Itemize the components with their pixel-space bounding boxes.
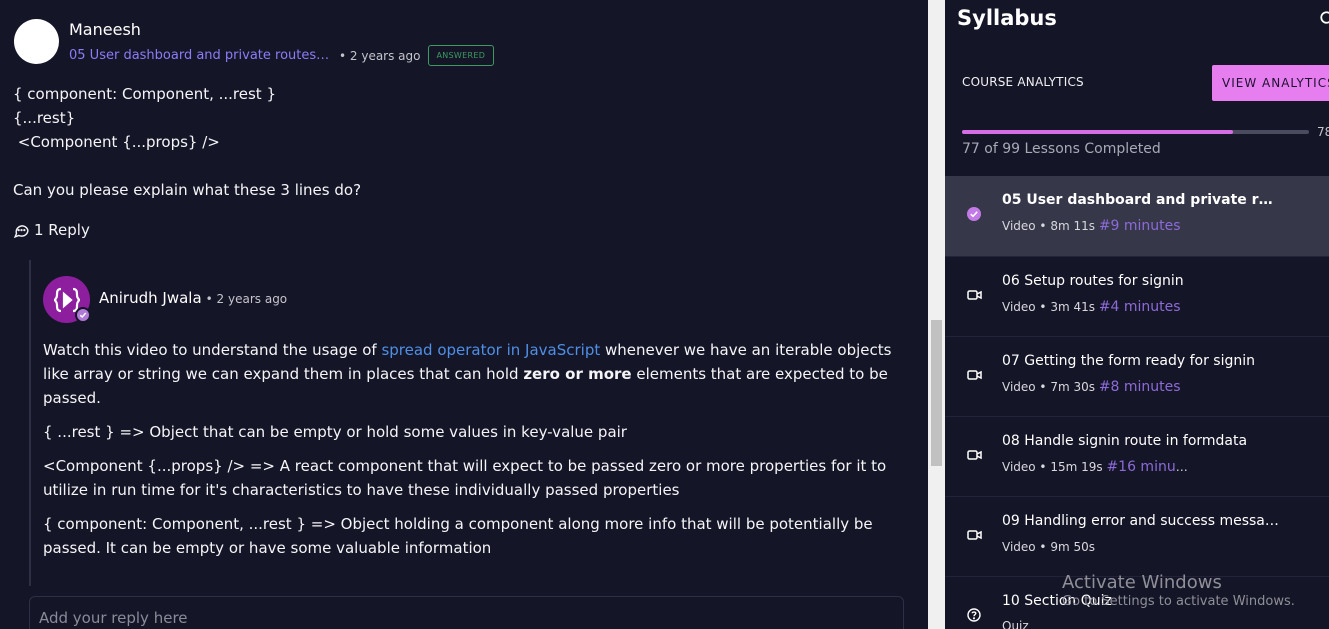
lesson-duration: Quiz <box>1002 619 1029 629</box>
scrollbar-track[interactable] <box>928 0 945 629</box>
lesson-duration: Video • 8m 11s <box>1002 219 1099 233</box>
video-camera-icon <box>966 367 982 383</box>
reply-input[interactable] <box>29 596 904 629</box>
reply-paragraph: Watch this video to understand the usage… <box>43 338 903 410</box>
lesson-meta: Video • 9m 50s <box>1002 539 1095 555</box>
reply-paragraph: { ...rest } => Object that can be empty … <box>43 423 627 441</box>
question-lesson-link[interactable]: 05 User dashboard and private routes in … <box>69 48 331 63</box>
spread-operator-link[interactable]: spread operator in JavaScript <box>381 341 600 359</box>
code-line: { component: Component, ...rest } <box>13 85 276 103</box>
reply-time: • 2 years ago <box>205 292 288 306</box>
lessons-completed-text: 77 of 99 Lessons Completed <box>962 141 1161 157</box>
lesson-item[interactable]: 05 User dashboard and private routes in … <box>945 176 1329 256</box>
lesson-title: 05 User dashboard and private routes in … <box>1002 192 1282 208</box>
lesson-item[interactable]: 06 Setup routes for signin Video • 3m 41… <box>945 256 1329 336</box>
lesson-tag: #9 minutes <box>1098 218 1181 234</box>
lesson-title: 06 Setup routes for signin <box>1002 273 1184 289</box>
view-analytics-button[interactable]: VIEW ANALYTICS <box>1212 65 1329 101</box>
lesson-meta: Video • 3m 41s #4 minutes <box>1002 299 1181 315</box>
lesson-duration: Video • 15m 19s <box>1002 460 1107 474</box>
reply-author[interactable]: Anirudh Jwala <box>99 289 202 307</box>
lesson-title: 08 Handle signin route in formdata <box>1002 433 1248 449</box>
lesson-tag: #8 minutes <box>1098 379 1181 395</box>
verified-icon <box>75 307 91 323</box>
status-badge: ANSWERED <box>427 45 495 66</box>
question-author[interactable]: Maneesh <box>69 20 141 39</box>
reply-text: Watch this video to understand the usage… <box>43 341 382 359</box>
course-progress-fill <box>962 130 1233 134</box>
lesson-tag: #4 minutes <box>1098 299 1181 315</box>
video-camera-icon <box>966 527 982 543</box>
lesson-title: 10 Section Quiz <box>1002 593 1112 609</box>
lesson-duration: Video • 9m 50s <box>1002 540 1095 554</box>
video-camera-icon <box>966 287 982 303</box>
discussion-pane: Maneesh 05 User dashboard and private ro… <box>0 0 928 629</box>
check-circle-icon <box>966 206 982 222</box>
reply-header: Anirudh Jwala • 2 years ago <box>99 289 287 307</box>
lesson-title: 09 Handling error and success message <box>1002 513 1282 529</box>
lesson-duration: Video • 3m 41s <box>1002 300 1099 314</box>
thread-divider <box>29 260 31 586</box>
code-line: {...rest} <box>13 109 76 127</box>
course-analytics-label: COURSE ANALYTICS <box>962 75 1084 89</box>
lesson-meta: Quiz <box>1002 619 1029 629</box>
course-progress-bar <box>962 130 1309 134</box>
lesson-item[interactable]: 07 Getting the form ready for signin Vid… <box>945 336 1329 416</box>
lesson-tag: #16 minutes <box>1106 459 1188 475</box>
lesson-meta: Video • 15m 19s #16 minutes <box>1002 459 1188 475</box>
reply-count-label: 1 Reply <box>34 221 90 239</box>
course-progress-percent: 78% <box>1317 125 1329 139</box>
lesson-meta: Video • 8m 11s #9 minutes <box>1002 218 1181 234</box>
reply-count-button[interactable]: 1 Reply <box>13 221 90 239</box>
question-circle-icon <box>966 607 982 623</box>
reply-bold-text: zero or more <box>523 365 632 383</box>
syllabus-pane: Syllabus COURSE ANALYTICS VIEW ANALYTICS… <box>945 0 1329 629</box>
reply-body: Watch this video to understand the usage… <box>43 338 903 570</box>
lesson-item[interactable]: 08 Handle signin route in formdata Video… <box>945 416 1329 496</box>
reply-paragraph: <Component {...props} /> => A react comp… <box>43 457 887 499</box>
question-body: { component: Component, ...rest } {...re… <box>13 82 361 202</box>
code-line: <Component {...props} /> <box>13 133 220 151</box>
comment-icon <box>13 224 29 238</box>
reply-paragraph: { component: Component, ...rest } => Obj… <box>43 515 873 557</box>
avatar[interactable] <box>14 19 59 64</box>
scrollbar-thumb[interactable] <box>931 320 942 466</box>
search-icon[interactable] <box>1319 10 1329 28</box>
syllabus-title: Syllabus <box>957 6 1057 30</box>
video-camera-icon <box>966 447 982 463</box>
lesson-title: 07 Getting the form ready for signin <box>1002 353 1255 369</box>
question-meta: 05 User dashboard and private routes in … <box>69 45 495 66</box>
lesson-duration: Video • 7m 30s <box>1002 380 1099 394</box>
lesson-item[interactable]: 09 Handling error and success message Vi… <box>945 496 1329 576</box>
lesson-meta: Video • 7m 30s #8 minutes <box>1002 379 1181 395</box>
lesson-item[interactable]: 10 Section Quiz Quiz <box>945 576 1329 629</box>
question-time: • 2 years ago <box>339 48 421 63</box>
question-text: Can you please explain what these 3 line… <box>13 181 362 199</box>
